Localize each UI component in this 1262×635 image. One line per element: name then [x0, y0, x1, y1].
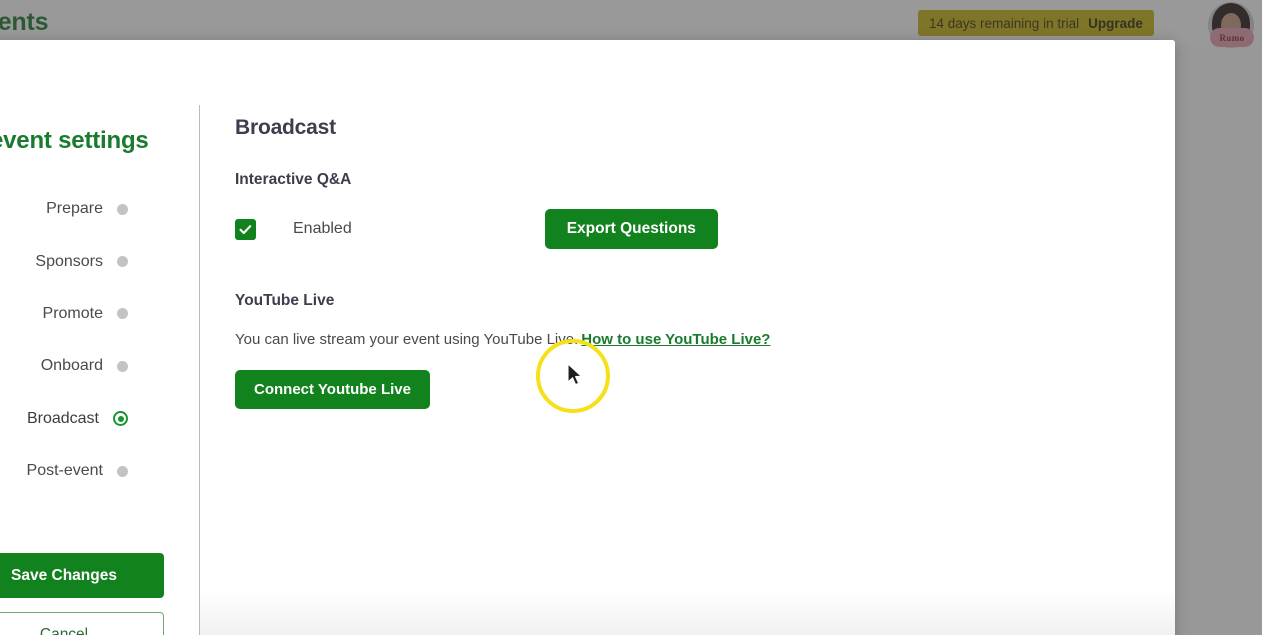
sidebar-item-label: Sponsors [35, 252, 103, 270]
step-dot-icon [117, 308, 128, 320]
sidebar-item-prepare[interactable]: Prepare [0, 183, 164, 235]
interactive-qa-section: Interactive Q&A Enabled Export Questions [235, 171, 1175, 250]
check-icon [239, 224, 252, 234]
how-to-use-youtube-live-link[interactable]: How to use YouTube Live? [581, 331, 770, 348]
sidebar-item-label: Post-event [26, 462, 103, 480]
save-changes-button[interactable]: Save Changes [0, 553, 164, 598]
step-dot-icon [117, 465, 128, 477]
qa-enabled-checkbox[interactable] [235, 218, 256, 240]
sidebar-item-label: Promote [42, 304, 103, 322]
sidebar-item-promote[interactable]: Promote [0, 288, 164, 340]
step-dot-icon [117, 360, 128, 372]
sidebar-title: event settings [0, 127, 149, 154]
step-dot-active-icon [113, 411, 128, 427]
youtube-description-text: You can live stream your event using You… [235, 331, 579, 348]
sidebar-actions: Save Changes Cancel [0, 553, 164, 635]
sidebar-item-label: Onboard [40, 357, 103, 375]
sidebar-item-broadcast[interactable]: Broadcast [0, 393, 164, 445]
youtube-description-row: You can live stream your event using You… [235, 331, 1175, 348]
qa-enabled-label: Enabled [293, 220, 352, 237]
event-settings-modal: event settings Prepare Sponsors Promote … [0, 40, 1175, 635]
page-title: Broadcast [235, 116, 336, 139]
step-dot-icon [117, 256, 128, 268]
cancel-button[interactable]: Cancel [0, 612, 164, 635]
export-questions-button[interactable]: Export Questions [544, 209, 718, 249]
modal-sidebar: event settings Prepare Sponsors Promote … [0, 40, 199, 635]
sidebar-item-label: Prepare [46, 200, 103, 218]
screen-root: vents 14 days remaining in trial Upgrade… [0, 0, 1262, 635]
youtube-live-section: YouTube Live You can live stream your ev… [235, 292, 1175, 409]
section-heading-youtube: YouTube Live [235, 292, 335, 309]
modal-main-panel: Broadcast Interactive Q&A Enabled Export… [200, 40, 1175, 635]
qa-enabled-row: Enabled Export Questions [235, 208, 1175, 250]
sidebar-item-post-event[interactable]: Post-event [0, 445, 164, 497]
sidebar-item-sponsors[interactable]: Sponsors [0, 235, 164, 287]
section-heading-qa: Interactive Q&A [235, 171, 352, 188]
sidebar-item-label: Broadcast [26, 409, 99, 427]
sidebar-nav: Prepare Sponsors Promote Onboard Broadca… [0, 183, 164, 497]
connect-youtube-live-button[interactable]: Connect Youtube Live [235, 370, 430, 409]
sidebar-item-onboard[interactable]: Onboard [0, 340, 164, 392]
step-dot-icon [117, 203, 128, 215]
